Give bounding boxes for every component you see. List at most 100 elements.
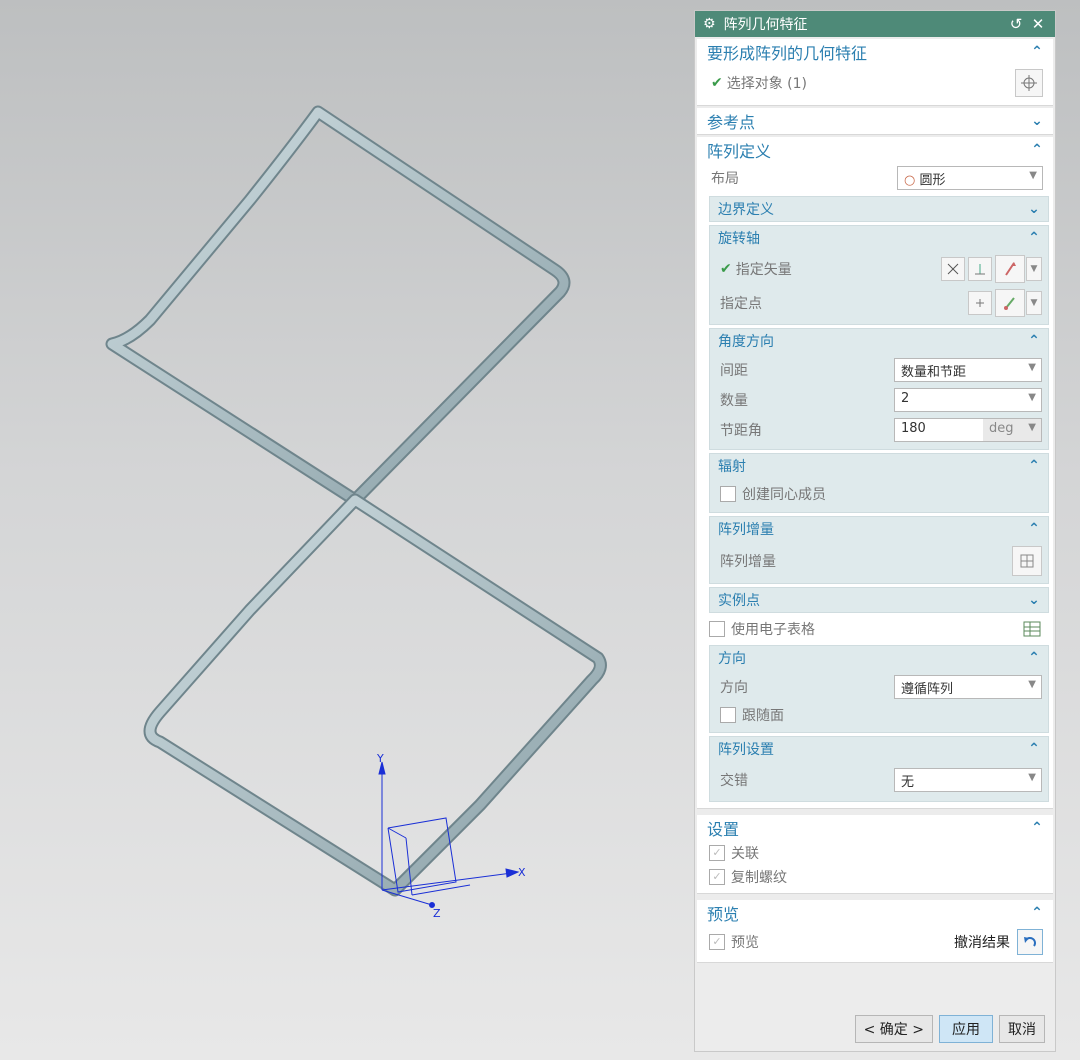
pitch-label: 节距角 — [720, 423, 762, 439]
count-label: 数量 — [720, 393, 748, 409]
concentric-row[interactable]: 创建同心成员 — [720, 480, 1042, 508]
boundary-header[interactable]: 边界定义 ⌄ — [710, 197, 1048, 221]
pattern-def-title: 阵列定义 — [707, 142, 772, 161]
spacing-select[interactable]: 数量和节距 ▼ — [894, 358, 1042, 382]
apply-button[interactable]: 应用 — [939, 1015, 993, 1043]
select-object-label: 选择对象 (1) — [726, 76, 808, 92]
increment-header[interactable]: 阵列增量 ⌃ — [710, 517, 1048, 541]
dialog-titlebar: ⚙ 阵列几何特征 ↺ ✕ — [695, 11, 1055, 37]
instance-points-header[interactable]: 实例点 ⌄ — [710, 588, 1048, 612]
stagger-value: 无 — [901, 775, 915, 790]
associative-row[interactable]: ✓ 关联 — [709, 841, 1043, 865]
spacing-row: 间距 数量和节距 ▼ — [720, 355, 1042, 385]
associative-label: 关联 — [731, 846, 759, 862]
spacing-value: 数量和节距 — [901, 365, 967, 380]
chevron-down-icon: ⌄ — [1028, 201, 1040, 217]
point-dialog-icon[interactable] — [968, 291, 992, 315]
pattern-settings-header[interactable]: 阵列设置 ⌃ — [710, 737, 1048, 761]
orientation-value: 遵循阵列 — [901, 682, 954, 697]
orientation-label: 方向 — [720, 680, 748, 696]
radiate-title: 辐射 — [718, 459, 746, 475]
spreadsheet-row: 使用电子表格 — [697, 613, 1053, 645]
chevron-up-icon: ⌃ — [1028, 521, 1040, 537]
boundary-subsection: 边界定义 ⌄ — [709, 196, 1049, 222]
copy-threads-row[interactable]: ✓ 复制螺纹 — [709, 865, 1043, 889]
copy-threads-label: 复制螺纹 — [731, 870, 787, 886]
dropdown-arrow-icon: ▼ — [1028, 362, 1036, 373]
layout-row: 布局 ○ 圆形 ▼ — [711, 163, 1043, 193]
preview-section-header[interactable]: 预览 ⌃ — [697, 900, 1053, 926]
orientation-select[interactable]: 遵循阵列 ▼ — [894, 675, 1042, 699]
point-inferred-icon[interactable] — [995, 289, 1025, 317]
dropdown-arrow-icon: ▼ — [1028, 422, 1036, 433]
pitch-unit[interactable]: deg ▼ — [983, 419, 1041, 441]
follow-face-label: 跟随面 — [742, 708, 784, 724]
increment-label: 阵列增量 — [720, 554, 776, 570]
graphics-viewport[interactable]: Y X Z — [0, 0, 690, 1060]
follow-face-row[interactable]: 跟随面 — [720, 702, 1042, 728]
settings-section-header[interactable]: 设置 ⌃ — [697, 815, 1053, 841]
layout-select[interactable]: ○ 圆形 ▼ — [897, 166, 1043, 190]
stagger-select[interactable]: 无 ▼ — [894, 768, 1042, 792]
instance-points-subsection: 实例点 ⌄ — [709, 587, 1049, 613]
pattern-def-header[interactable]: 阵列定义 ⌃ — [697, 137, 1053, 163]
settings-section: 设置 ⌃ ✓ 关联 ✓ 复制螺纹 — [697, 815, 1053, 894]
vector-dropdown-arrow[interactable]: ▼ — [1026, 257, 1042, 281]
select-crosshair-icon[interactable] — [1015, 69, 1043, 97]
stagger-label: 交错 — [720, 773, 748, 789]
increment-table-icon[interactable] — [1012, 546, 1042, 576]
radiate-header[interactable]: 辐射 ⌃ — [710, 454, 1048, 478]
cancel-button[interactable]: 取消 — [999, 1015, 1045, 1043]
angular-title: 角度方向 — [718, 334, 774, 350]
chevron-down-icon: ⌄ — [1031, 113, 1043, 129]
count-input[interactable]: 2 ▼ — [894, 388, 1042, 412]
reverse-direction-icon[interactable] — [941, 257, 965, 281]
angular-header[interactable]: 角度方向 ⌃ — [710, 329, 1048, 353]
select-object-row[interactable]: ✔ 选择对象 (1) — [711, 65, 1043, 101]
point-dropdown-arrow[interactable]: ▼ — [1026, 291, 1042, 315]
close-icon[interactable]: ✕ — [1029, 15, 1047, 33]
copy-threads-checkbox[interactable]: ✓ — [709, 869, 725, 885]
model-view[interactable]: Y X Z — [0, 0, 690, 1060]
dropdown-arrow-icon[interactable]: ▼ — [1028, 392, 1036, 403]
associative-checkbox[interactable]: ✓ — [709, 845, 725, 861]
gear-icon[interactable]: ⚙ — [703, 16, 716, 32]
spreadsheet-icon[interactable] — [1019, 616, 1045, 642]
pitch-input[interactable]: 180 deg ▼ — [894, 418, 1042, 442]
spreadsheet-checkbox[interactable] — [709, 621, 725, 637]
refpoint-section: 参考点 ⌄ — [697, 108, 1053, 135]
spreadsheet-label: 使用电子表格 — [731, 622, 815, 638]
ok-button[interactable]: < 确定 > — [854, 1015, 933, 1043]
vector-dialog-icon[interactable] — [968, 257, 992, 281]
instance-points-title: 实例点 — [718, 593, 760, 609]
rotation-axis-header[interactable]: 旋转轴 ⌃ — [710, 226, 1048, 250]
follow-face-checkbox[interactable] — [720, 707, 736, 723]
refpoint-section-header[interactable]: 参考点 ⌄ — [697, 108, 1053, 134]
settings-section-title: 设置 — [707, 820, 740, 839]
pitch-unit-label: deg — [989, 421, 1014, 436]
preview-checkbox[interactable]: ✓ — [709, 934, 725, 950]
axis-z-label: Z — [433, 907, 441, 920]
geometry-section-header[interactable]: 要形成阵列的几何特征 ⌃ — [697, 39, 1053, 65]
increment-title: 阵列增量 — [718, 522, 774, 538]
pattern-settings-title: 阵列设置 — [718, 742, 774, 758]
vector-inferred-icon[interactable] — [995, 255, 1025, 283]
concentric-checkbox[interactable] — [720, 486, 736, 502]
pattern-def-section: 阵列定义 ⌃ 布局 ○ 圆形 ▼ 边界定义 ⌄ 旋转轴 ⌃ ✔ 指定矢量 ▼ 指… — [697, 137, 1053, 809]
chevron-up-icon: ⌃ — [1031, 44, 1043, 60]
layout-label: 布局 — [711, 171, 739, 187]
reset-icon[interactable]: ↺ — [1007, 15, 1025, 33]
dropdown-arrow-icon: ▼ — [1029, 170, 1037, 181]
pattern-geometry-dialog: ⚙ 阵列几何特征 ↺ ✕ 要形成阵列的几何特征 ⌃ ✔ 选择对象 (1) 参考点… — [694, 10, 1056, 1052]
pattern-wire-body[interactable] — [105, 105, 607, 897]
chevron-up-icon: ⌃ — [1028, 333, 1040, 349]
chevron-up-icon: ⌃ — [1031, 142, 1043, 158]
chevron-up-icon: ⌃ — [1031, 820, 1043, 836]
check-icon: ✔ — [720, 261, 732, 277]
pitch-row: 节距角 180 deg ▼ — [720, 415, 1042, 445]
axis-x-label: X — [518, 866, 526, 879]
undo-result-icon[interactable] — [1017, 929, 1043, 955]
increment-subsection: 阵列增量 ⌃ 阵列增量 — [709, 516, 1049, 584]
orientation-header[interactable]: 方向 ⌃ — [710, 646, 1048, 670]
refpoint-section-title: 参考点 — [707, 113, 756, 132]
